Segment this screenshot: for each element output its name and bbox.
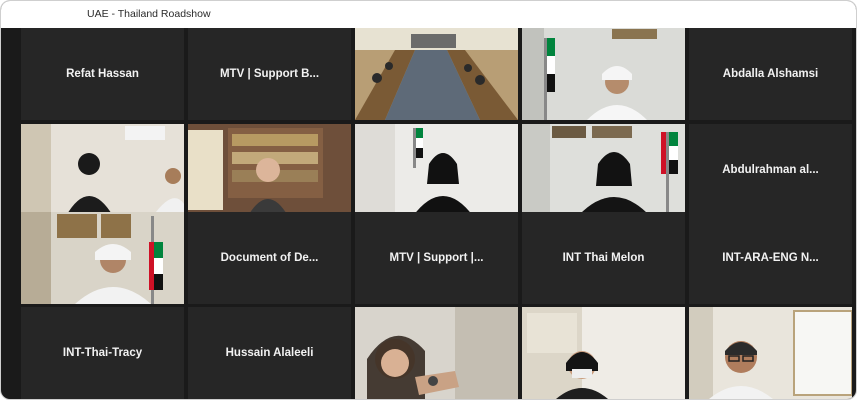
participant-video-feed bbox=[522, 124, 685, 216]
participant-video-feed bbox=[21, 124, 184, 216]
participant-video[interactable] bbox=[355, 307, 518, 399]
participant-video[interactable] bbox=[355, 124, 518, 216]
participant-name: INT Thai Melon bbox=[562, 252, 645, 264]
participant-video-feed bbox=[522, 307, 685, 399]
participant-video[interactable] bbox=[522, 307, 685, 399]
video-conference-window: UAE - Thailand Roadshow Refat Hassan MTV… bbox=[0, 0, 857, 400]
participant-video-active-speaker[interactable] bbox=[522, 124, 685, 216]
participant-name: Refat Hassan bbox=[66, 68, 139, 80]
participant-video[interactable] bbox=[188, 124, 351, 216]
participant-video[interactable] bbox=[21, 212, 184, 304]
participant-name: Abdulrahman al... bbox=[722, 164, 819, 176]
meeting-room-video bbox=[355, 28, 518, 120]
meeting-title: UAE - Thailand Roadshow bbox=[87, 8, 211, 20]
participant-tile[interactable]: Abdulrahman al... bbox=[689, 124, 852, 216]
participant-video-feed bbox=[188, 124, 351, 216]
participant-video-meeting-room[interactable] bbox=[355, 28, 518, 120]
participant-tile[interactable]: INT-ARA-ENG N... bbox=[689, 212, 852, 304]
participant-video[interactable] bbox=[522, 28, 685, 120]
participant-video-feed bbox=[522, 28, 685, 120]
participant-video-feed bbox=[355, 124, 518, 216]
participant-video[interactable] bbox=[21, 124, 184, 216]
participant-tile[interactable]: Hussain Alaleeli bbox=[188, 307, 351, 399]
participant-name: Hussain Alaleeli bbox=[225, 347, 314, 359]
participant-name: MTV | Support B... bbox=[219, 68, 320, 80]
title-bar: UAE - Thailand Roadshow bbox=[1, 1, 856, 28]
participant-video[interactable] bbox=[689, 307, 852, 399]
participant-name: Document of De... bbox=[220, 252, 319, 264]
participant-name: MTV | Support |... bbox=[389, 252, 484, 264]
participant-video-feed bbox=[689, 307, 852, 399]
participant-tile[interactable]: INT-Thai-Tracy bbox=[21, 307, 184, 399]
participant-name: INT-ARA-ENG N... bbox=[722, 252, 819, 264]
participant-name: INT-Thai-Tracy bbox=[62, 347, 143, 359]
participant-tile[interactable]: Document of De... bbox=[188, 212, 351, 304]
participant-tile[interactable]: INT Thai Melon bbox=[522, 212, 685, 304]
participant-tile[interactable]: MTV | Support |... bbox=[355, 212, 518, 304]
participant-tile[interactable]: MTV | Support B... bbox=[188, 28, 351, 120]
participant-tile[interactable]: Refat Hassan bbox=[21, 28, 184, 120]
participant-grid: Refat Hassan MTV | Support B... Abdalla … bbox=[21, 28, 856, 399]
participant-name: Abdalla Alshamsi bbox=[722, 68, 819, 80]
participant-tile[interactable]: Abdalla Alshamsi bbox=[689, 28, 852, 120]
participant-video-feed bbox=[21, 212, 184, 304]
participant-video-feed bbox=[355, 307, 518, 399]
